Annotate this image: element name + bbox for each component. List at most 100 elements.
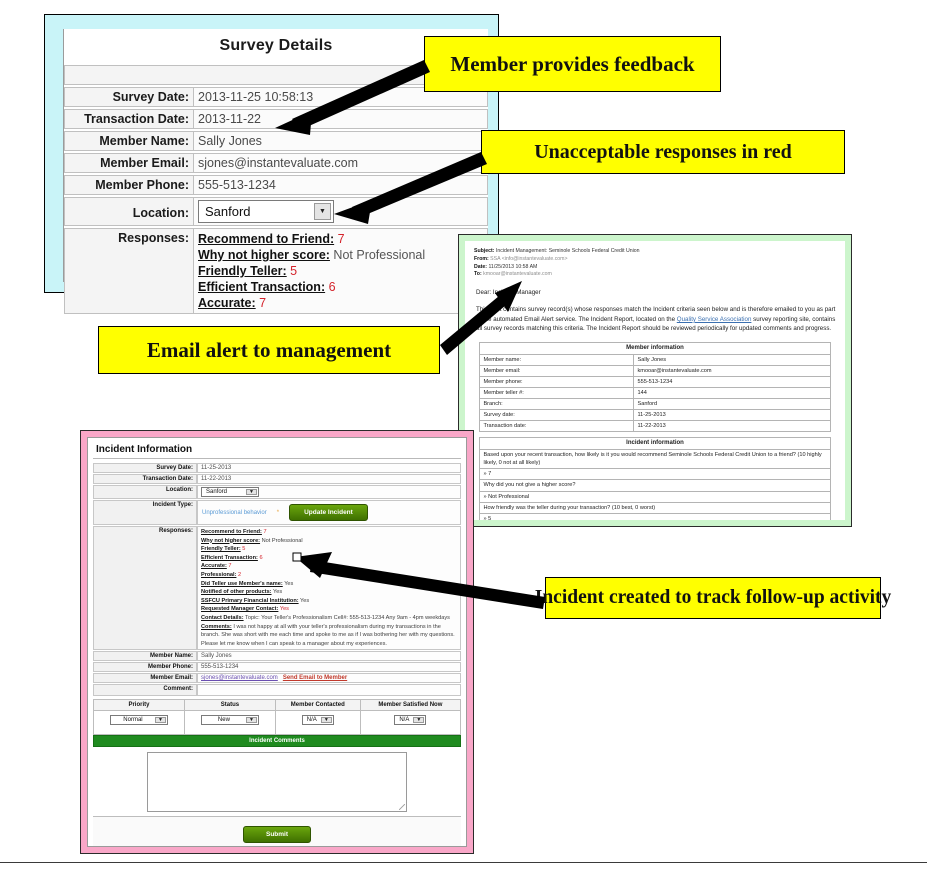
list-item: Requested Manager Contact: Yes bbox=[201, 605, 457, 614]
list-item: Efficient Transaction: 6 bbox=[201, 554, 457, 563]
incident-fields-table: Survey Date: 11-25-2013 Transaction Date… bbox=[93, 462, 461, 697]
list-item: Comments: I was not happy at all with yo… bbox=[201, 623, 457, 649]
response-answer: 5 bbox=[240, 546, 246, 553]
incident-member-phone-value: 555-513-1234 bbox=[197, 662, 461, 673]
response-question: Friendly Teller: bbox=[198, 264, 287, 278]
incident-member-name-value: Sally Jones bbox=[197, 651, 461, 662]
incident-comment-label: Comment: bbox=[93, 684, 197, 697]
member-info-value: 11-22-2013 bbox=[633, 420, 831, 433]
list-item: Why not higher score: Not Professional bbox=[201, 537, 457, 546]
list-item: Friendly Teller: 5 bbox=[201, 545, 457, 554]
incident-type-value[interactable]: Unprofessional behavior bbox=[202, 510, 267, 516]
member-info-value: 144 bbox=[633, 387, 831, 400]
chevron-down-icon: ▼ bbox=[413, 717, 425, 724]
table-row: Member Phone: 555-513-1234 bbox=[93, 662, 461, 673]
email-subject-label: Subject: bbox=[474, 248, 495, 254]
incident-survey-date-value: 11-25-2013 bbox=[197, 463, 461, 473]
screenshot-stage: Survey Details Survey Date: 2013-11-25 1… bbox=[0, 0, 927, 873]
table-row: » 5 bbox=[479, 512, 831, 520]
email-body: This alert contains survey record(s) who… bbox=[476, 305, 836, 334]
response-answer: 5 bbox=[286, 264, 298, 278]
member-information-table: Member information Member name: Sally Jon… bbox=[479, 342, 831, 433]
response-answer: Yes bbox=[282, 580, 294, 587]
response-answer: 6 bbox=[325, 280, 336, 294]
incident-responses-cell: Recommend to Friend: 7 Why not higher sco… bbox=[197, 526, 461, 651]
response-question: Recommend to Friend: bbox=[201, 529, 262, 535]
member-info-key: Survey date: bbox=[479, 409, 635, 422]
member-satisfied-now-select-value: N/A bbox=[399, 717, 410, 724]
divider bbox=[93, 458, 461, 459]
priority-cell: Normal ▼ bbox=[93, 710, 185, 736]
incident-type-label: Incident Type: bbox=[93, 500, 197, 525]
table-row: Incident information bbox=[479, 437, 831, 451]
incident-comments-bar: Incident Comments bbox=[93, 735, 461, 748]
callout-member-provides-feedback: Member provides feedback bbox=[424, 36, 721, 92]
member-info-value: Sally Jones bbox=[633, 353, 831, 366]
incident-question: How friendly was the teller during your … bbox=[479, 501, 831, 514]
response-answer: 7 bbox=[261, 529, 267, 535]
response-question: Professional: bbox=[201, 571, 237, 578]
location-select[interactable]: Sanford ▼ bbox=[198, 200, 334, 223]
status-header: Status bbox=[183, 699, 276, 712]
member-info-value: Sanford bbox=[633, 398, 831, 411]
table-row: Why did you not give a higher score? bbox=[479, 479, 831, 492]
member-satisfied-now-select[interactable]: N/A ▼ bbox=[394, 715, 427, 726]
list-item: Recommend to Friend: 7 bbox=[198, 231, 483, 247]
member-info-key: Member teller #: bbox=[479, 387, 635, 400]
response-answer: Yes bbox=[271, 589, 283, 596]
table-row: Member Phone: 555-513-1234 bbox=[64, 175, 488, 195]
incident-location-select[interactable]: Sanford ▼ bbox=[201, 487, 259, 497]
chevron-down-icon: ▼ bbox=[314, 203, 331, 220]
response-answer: 7 bbox=[334, 232, 345, 246]
callout-email-alert-to-management: Email alert to management bbox=[98, 326, 440, 374]
incident-member-name-label: Member Name: bbox=[93, 651, 197, 662]
member-information-rows: Member name: Sally Jones Member email: kmoo… bbox=[479, 353, 831, 433]
table-row: » 7 bbox=[479, 468, 831, 481]
email-headers: Subject: Incident Management: Seminole S… bbox=[474, 248, 836, 279]
table-row: » Not Professional bbox=[479, 490, 831, 503]
list-item: Why not higher score: Not Professional bbox=[198, 247, 483, 263]
list-item: Efficient Transaction: 6 bbox=[198, 279, 483, 295]
table-row: Responses: Recommend to Friend: 7 Why not… bbox=[93, 526, 461, 651]
update-incident-button[interactable]: Update Incident bbox=[289, 504, 368, 521]
table-row: Member Name: Sally Jones bbox=[64, 131, 488, 151]
response-question: Requested Manager Contact: bbox=[201, 606, 279, 613]
status-select[interactable]: New ▼ bbox=[200, 715, 259, 726]
chevron-down-icon: ▼ bbox=[154, 717, 166, 724]
submit-button[interactable]: Submit bbox=[242, 826, 312, 844]
response-question: Comments: bbox=[201, 623, 232, 630]
incident-comments-textarea[interactable] bbox=[147, 752, 407, 813]
send-email-to-member-link[interactable]: Send Email to Member bbox=[283, 675, 347, 681]
member-email-label: Member Email: bbox=[64, 153, 193, 173]
table-row: Survey Date: 11-25-2013 bbox=[93, 463, 461, 473]
table-row: Location: Sanford ▼ bbox=[93, 485, 461, 499]
member-info-key: Transaction date: bbox=[479, 420, 635, 433]
responses-cell: Recommend to Friend: 7 Why not higher sco… bbox=[193, 228, 488, 314]
quality-service-association-link[interactable]: Quality Service Association bbox=[677, 316, 752, 323]
email-date-value: 11/25/2013 10:58 AM bbox=[488, 263, 538, 270]
incident-comment-input[interactable] bbox=[197, 684, 461, 697]
incident-type-box: Unprofessional behavior * Update Inciden… bbox=[197, 500, 461, 525]
member-email-link[interactable]: sjones@instantevaluate.com bbox=[201, 675, 278, 681]
list-item: Professional: 2 bbox=[201, 571, 457, 580]
member-contacted-select[interactable]: N/A ▼ bbox=[301, 715, 334, 726]
table-row: Transaction date: 11-22-2013 bbox=[479, 420, 831, 433]
email-subject-value: Incident Management: Seminole Schools Fe… bbox=[495, 248, 640, 254]
response-question: SSFCU Primary Financial Institution: bbox=[201, 597, 299, 604]
response-answer: Yes bbox=[278, 606, 289, 613]
priority-select[interactable]: Normal ▼ bbox=[109, 715, 168, 726]
incident-member-email-label: Member Email: bbox=[93, 673, 197, 684]
survey-details-table: Survey Date: 2013-11-25 10:58:13 Transac… bbox=[64, 63, 488, 316]
response-question: Why not higher score: bbox=[198, 248, 330, 262]
table-row: Member email: kmooar@instantevaluate.com bbox=[479, 364, 831, 377]
responses-label: Responses: bbox=[64, 228, 193, 314]
table-row: Member Email: sjones@instantevaluate.com bbox=[64, 153, 488, 173]
incident-information-header: Incident information bbox=[479, 437, 831, 451]
incident-question: Why did you not give a higher score? bbox=[479, 479, 831, 492]
table-row: Survey date: 11-25-2013 bbox=[479, 409, 831, 422]
email-date-label: Date: bbox=[474, 263, 487, 270]
member-phone-label: Member Phone: bbox=[64, 175, 193, 195]
table-row: Member Name: Sally Jones bbox=[93, 651, 461, 662]
response-answer: 7 bbox=[255, 296, 267, 310]
incident-answer: » 5 bbox=[479, 512, 831, 520]
